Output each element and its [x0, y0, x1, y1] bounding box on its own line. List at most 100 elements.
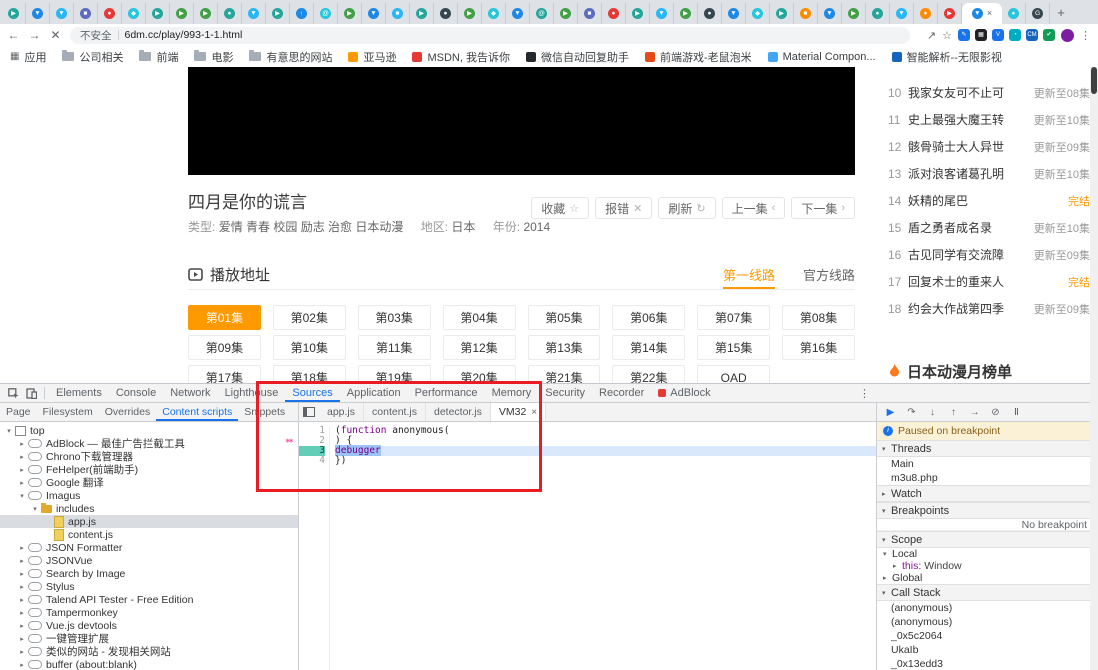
episode-button[interactable]: 第16集: [782, 335, 855, 360]
episode-button[interactable]: 第15集: [697, 335, 771, 360]
episode-button[interactable]: 第01集: [188, 305, 261, 330]
resume-button[interactable]: ▶: [880, 407, 901, 418]
browser-tab[interactable]: ■: [386, 3, 410, 24]
episode-button[interactable]: 第02集: [272, 305, 346, 330]
file-tree-item[interactable]: ▸ AdBlock — 最佳广告拦截工具: [0, 437, 298, 450]
action-button[interactable]: 报错 ✕: [595, 197, 653, 219]
browser-tab[interactable]: ▼: [362, 3, 386, 24]
file-tree-item[interactable]: ▸ Vue.js devtools: [0, 619, 298, 632]
devtools-tab[interactable]: Application: [340, 384, 408, 402]
navigator-tab[interactable]: Snippets: [238, 403, 291, 421]
episode-button[interactable]: 第18集: [272, 365, 346, 383]
threads-section-header[interactable]: ▾ Threads: [877, 440, 1090, 457]
step-out-button[interactable]: ↑: [943, 407, 964, 418]
window-scrollbar[interactable]: [1090, 67, 1098, 670]
chevron-down-icon[interactable]: ▾: [4, 427, 14, 435]
browser-tab[interactable]: ▶: [194, 3, 218, 24]
extension-icon[interactable]: CM: [1026, 29, 1038, 41]
devtools-tab[interactable]: Lighthouse: [218, 384, 286, 402]
browser-tab[interactable]: ■: [794, 3, 818, 24]
file-tree-item[interactable]: content.js: [0, 528, 298, 541]
browser-tab-active[interactable]: ▼ ×: [962, 3, 1002, 24]
browser-tab[interactable]: ▶: [842, 3, 866, 24]
extension-icon[interactable]: V: [992, 29, 1004, 41]
chevron-right-icon[interactable]: ▸: [17, 544, 27, 552]
back-button[interactable]: ←: [7, 28, 20, 42]
navigator-tab[interactable]: Content scripts: [156, 403, 238, 421]
share-icon[interactable]: ↗: [927, 29, 936, 42]
browser-tab[interactable]: ▶: [170, 3, 194, 24]
inspect-element-icon[interactable]: [4, 387, 22, 399]
scope-section-header[interactable]: ▾ Scope: [877, 531, 1090, 548]
episode-button[interactable]: 第19集: [357, 365, 431, 383]
ranking-item[interactable]: 18 约会大作战第四季 更新至09集: [888, 295, 1090, 322]
ranking-item[interactable]: 15 盾之勇者成名录 更新至10集: [888, 214, 1090, 241]
episode-button[interactable]: 第10集: [272, 335, 346, 360]
devtools-tab[interactable]: Console: [109, 384, 163, 402]
devtools-tab[interactable]: AdBlock: [651, 384, 717, 402]
file-tree-item[interactable]: ▾ includes: [0, 502, 298, 515]
browser-tab[interactable]: ●: [602, 3, 626, 24]
file-tree-item[interactable]: ▸ Tampermonkey: [0, 606, 298, 619]
file-tree-item[interactable]: ▸ FeHelper(前端助手): [0, 463, 298, 476]
devtools-tab[interactable]: Security: [538, 384, 592, 402]
file-tree-item[interactable]: ▸ buffer (about:blank): [0, 658, 298, 670]
chevron-right-icon[interactable]: ▸: [17, 635, 27, 643]
file-tree-item[interactable]: ▸ Talend API Tester - Free Edition: [0, 593, 298, 606]
scope-local-row[interactable]: ▾ Local: [877, 548, 1090, 560]
extension-icon[interactable]: ▦: [975, 29, 987, 41]
file-tree-item[interactable]: ▸ Chrono下载管理器: [0, 450, 298, 463]
browser-tab[interactable]: @: [530, 3, 554, 24]
bookmark-item[interactable]: 电影: [194, 49, 233, 65]
browser-tab[interactable]: ▶: [626, 3, 650, 24]
meta-type-value[interactable]: 爱情 青春 校园 励志 治愈 日本动漫: [219, 220, 404, 234]
stop-button[interactable]: ✕: [49, 28, 62, 42]
thread-item[interactable]: m3u8.php: [877, 471, 1090, 485]
chevron-down-icon[interactable]: ▾: [17, 492, 27, 500]
browser-tab[interactable]: ●: [434, 3, 458, 24]
bookmark-item[interactable]: 智能解析--无限影视: [891, 49, 1002, 65]
episode-button[interactable]: 第05集: [527, 305, 601, 330]
action-button[interactable]: 下一集 ›: [791, 197, 855, 219]
browser-tab[interactable]: ■: [578, 3, 602, 24]
episode-button[interactable]: 第21集: [527, 365, 601, 383]
episode-button[interactable]: 第17集: [188, 365, 261, 383]
browser-tab[interactable]: ▶: [674, 3, 698, 24]
bookmark-item[interactable]: 前端: [139, 49, 178, 65]
episode-button[interactable]: 第08集: [782, 305, 855, 330]
action-button[interactable]: 收藏 ☆: [531, 197, 590, 219]
file-tree-item[interactable]: ▸ Google 翻译: [0, 476, 298, 489]
browser-tab[interactable]: ▶: [554, 3, 578, 24]
forward-button[interactable]: →: [28, 28, 41, 42]
episode-button[interactable]: 第13集: [527, 335, 601, 360]
callstack-frame[interactable]: _0x13edd3: [877, 657, 1090, 670]
video-player[interactable]: [188, 67, 855, 175]
ranking-item[interactable]: 13 派对浪客诸葛孔明 更新至10集: [888, 160, 1090, 187]
action-button[interactable]: 刷新 ↻: [658, 197, 716, 219]
chevron-right-icon[interactable]: ▸: [17, 661, 27, 669]
episode-button[interactable]: 第04集: [442, 305, 516, 330]
navigator-tab[interactable]: Overrides: [99, 403, 157, 421]
scrollbar-thumb[interactable]: [1091, 67, 1097, 94]
browser-tab[interactable]: ↑: [290, 3, 314, 24]
browser-tab[interactable]: ▶: [410, 3, 434, 24]
browser-tab[interactable]: ▼: [50, 3, 74, 24]
breakpoints-section-header[interactable]: ▾ Breakpoints: [877, 502, 1090, 519]
ranking-item[interactable]: 14 妖精的尾巴 完结: [888, 187, 1090, 214]
address-bar[interactable]: 不安全 6dm.cc/play/993-1-1.html: [70, 26, 910, 44]
line-tab[interactable]: 第一线路: [723, 259, 775, 289]
browser-tab[interactable]: ▶: [2, 3, 26, 24]
step-over-button[interactable]: ↷: [901, 407, 922, 418]
browser-tab[interactable]: ▶: [338, 3, 362, 24]
chevron-right-icon[interactable]: ▸: [17, 453, 27, 461]
browser-tab[interactable]: ▼: [818, 3, 842, 24]
browser-tab[interactable]: ●: [1002, 3, 1026, 24]
file-tree-item[interactable]: ▸ Search by Image: [0, 567, 298, 580]
episode-button[interactable]: 第12集: [442, 335, 516, 360]
file-tree-item[interactable]: ▸ JSONVue: [0, 554, 298, 567]
bookmark-item[interactable]: 有意思的网站: [249, 49, 332, 65]
devtools-tab[interactable]: Memory: [485, 384, 539, 402]
close-tab-icon[interactable]: ×: [531, 407, 537, 418]
browser-tab[interactable]: ●: [866, 3, 890, 24]
chevron-right-icon[interactable]: ▸: [17, 596, 27, 604]
